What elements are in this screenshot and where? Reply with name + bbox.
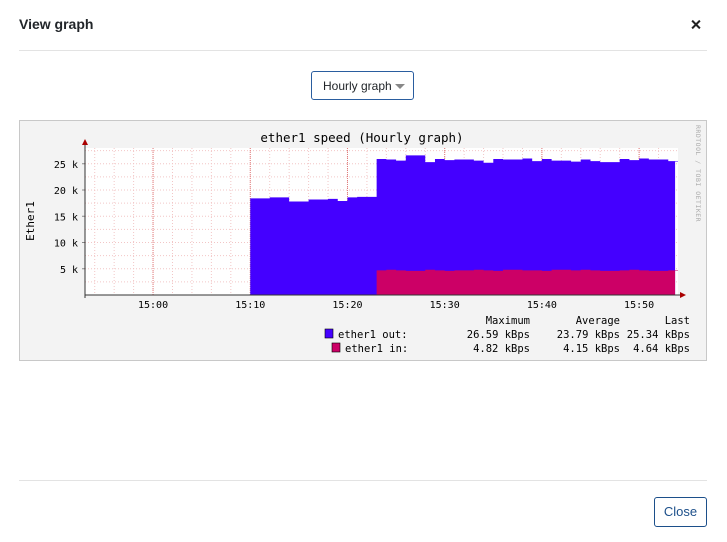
y-tick-label: 20 k [54, 186, 78, 197]
modal-title: View graph [19, 16, 94, 32]
chart-legend: Maximum Average Last ether1 out: 26.59 kBps 2… [324, 315, 690, 355]
chart-side-label: RRDTOOL / TOBI OETIKER [694, 125, 702, 222]
legend-swatch [331, 342, 341, 353]
chart-title: ether1 speed (Hourly graph) [260, 130, 463, 145]
y-axis-arrow-icon [82, 139, 88, 145]
legend-value: 25.34 kBps [627, 329, 690, 341]
modal-header: View graph [0, 0, 727, 50]
legend-header: Last [665, 315, 690, 327]
legend-label: ether1 out: [338, 329, 408, 341]
legend-header: Average [576, 315, 620, 327]
chevron-down-icon [395, 84, 405, 89]
legend-swatch [324, 328, 334, 339]
period-select[interactable]: Hourly graph [311, 71, 414, 100]
x-tick-label: 15:10 [235, 300, 265, 311]
period-select-value: Hourly graph [323, 79, 392, 93]
y-tick-label: 10 k [54, 239, 78, 250]
x-axis-arrow-icon [680, 292, 686, 298]
legend-value: 4.82 kBps [473, 343, 530, 355]
chart-y-axis-label: Ether1 [24, 201, 37, 241]
legend-value: 4.64 kBps [633, 343, 690, 355]
legend-value: 4.15 kBps [563, 343, 620, 355]
x-tick-label: 15:50 [624, 300, 654, 311]
x-tick-label: 15:30 [430, 300, 460, 311]
traffic-chart: ether1 speed (Hourly graph) Ether1 RRDTO… [24, 125, 702, 355]
y-tick-label: 5 k [60, 265, 78, 276]
legend-label: ether1 in: [345, 343, 408, 355]
header-divider [19, 50, 707, 51]
legend-header: Maximum [486, 315, 530, 327]
x-tick-label: 15:40 [527, 300, 557, 311]
legend-value: 23.79 kBps [557, 329, 620, 341]
close-icon[interactable] [688, 17, 704, 33]
legend-value: 26.59 kBps [467, 329, 530, 341]
close-button[interactable]: Close [654, 497, 707, 527]
x-tick-label: 15:20 [332, 300, 362, 311]
y-tick-label: 25 k [54, 160, 78, 171]
y-tick-label: 15 k [54, 212, 78, 223]
graph-image: ether1 speed (Hourly graph) Ether1 RRDTO… [19, 120, 707, 361]
x-tick-label: 15:00 [138, 300, 168, 311]
footer-divider [19, 480, 707, 481]
